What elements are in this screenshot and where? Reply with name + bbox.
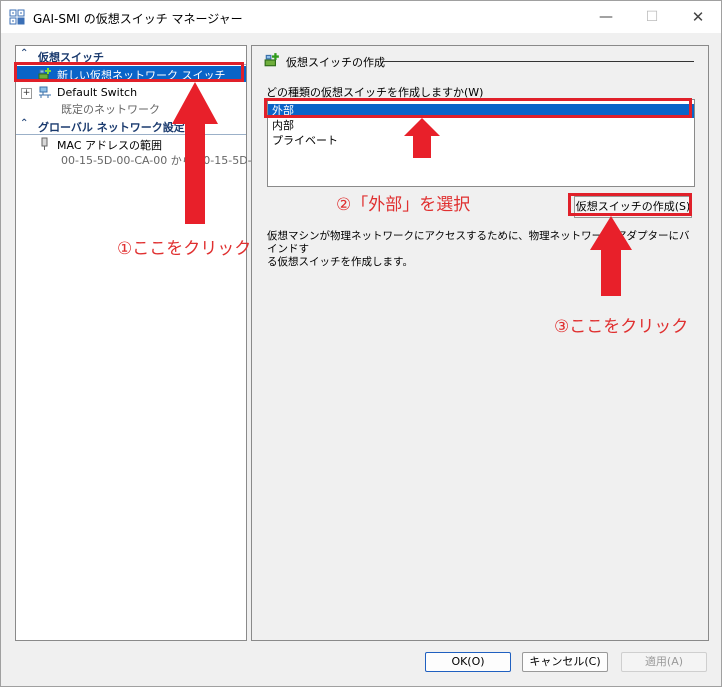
arrow-up-icon [404,118,440,158]
switch-type-private[interactable]: プライベート [268,134,694,148]
maximize-button[interactable]: ☐ [629,1,675,33]
window-title: GAI-SMI の仮想スイッチ マネージャー [33,12,243,26]
arrow-up-icon [590,216,632,296]
collapse-icon: ⌃ [20,118,29,129]
network-plug-icon [41,137,48,150]
switch-type-description: 仮想マシンが物理ネットワークにアクセスするために、物理ネットワーク アダプターに… [267,230,697,269]
create-switch-section-title: 仮想スイッチの作成 [286,56,385,69]
minimize-icon: — [599,9,613,25]
step2-annotation: ②「外部」を選択 [336,195,471,215]
arrow-up-icon [172,82,218,224]
highlight-external [264,98,692,118]
section-divider [382,61,694,62]
collapse-icon: ⌃ [20,48,29,59]
details-pane: 仮想スイッチの作成 どの種類の仮想スイッチを作成しますか(W) 外部 内部 プラ… [251,45,709,641]
global-network-settings-label: グローバル ネットワーク設定 [38,121,185,134]
default-switch-label: Default Switch [57,86,138,99]
step1-annotation: ①ここをクリック [117,239,252,259]
highlight-new-switch [14,62,244,82]
switch-type-internal[interactable]: 内部 [268,119,694,133]
close-icon: ✕ [691,8,705,26]
mac-address-range-label: MAC アドレスの範囲 [57,139,162,152]
description-line-2: る仮想スイッチを作成します。 [267,256,413,268]
step3-annotation: ③ここをクリック [554,317,689,337]
close-button[interactable]: ✕ [675,1,721,33]
apply-button: 適用(A) [621,652,707,672]
minimize-button[interactable]: — [583,1,629,33]
ok-button[interactable]: OK(O) [425,652,511,672]
network-switch-add-icon [264,53,279,67]
default-switch-sublabel: 既定のネットワーク [61,103,160,116]
title-bar: GAI-SMI の仮想スイッチ マネージャー — ☐ ✕ [1,1,721,33]
switch-manager-icon [9,9,25,25]
description-line-1: 仮想マシンが物理ネットワークにアクセスするために、物理ネットワーク アダプターに… [267,230,690,255]
cancel-button[interactable]: キャンセル(C) [522,652,608,672]
maximize-icon: ☐ [645,9,659,25]
network-switch-icon [39,86,51,98]
highlight-create-button [568,193,692,216]
expand-icon[interactable]: + [21,88,32,99]
